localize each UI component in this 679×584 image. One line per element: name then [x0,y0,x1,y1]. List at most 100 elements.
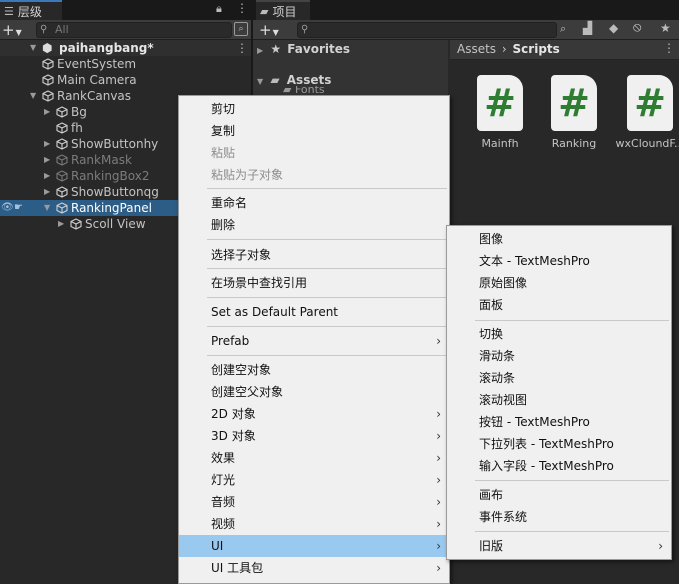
menu-item[interactable]: 灯光 › [179,469,449,491]
menu-item[interactable]: 画布 [447,484,671,506]
expand-arrow-icon[interactable]: ▼ [257,77,263,86]
pickable-icon[interactable]: ☛ [14,200,23,216]
menu-item-label: 输入字段 - TextMeshPro [479,459,614,473]
menu-item[interactable]: 滑动条 [447,345,671,367]
menu-item-label: 按钮 - TextMeshPro [479,415,590,429]
menu-item[interactable]: 重命名 [179,192,449,214]
menu-item[interactable]: 滚动条 [447,367,671,389]
scene-more-icon[interactable]: ⋮ [236,40,248,56]
hierarchy-search-input[interactable]: ⚲ All [36,22,232,38]
sidebar-item-fonts[interactable]: ▰ Fonts [283,86,325,94]
project-tabstrip [253,0,679,20]
menu-item-label: 旧版 [479,539,504,553]
menu-item-label: 效果 [211,451,236,465]
menu-item[interactable]: 输入字段 - TextMeshPro [447,455,671,477]
menu-item[interactable]: 删除 [179,214,449,236]
favorite-star-icon[interactable]: ★ [660,21,671,35]
menu-item[interactable]: 事件系统 [447,506,671,528]
menu-item[interactable]: 原始图像 [447,272,671,294]
menu-item: 粘贴为子对象 [179,164,449,186]
menu-item-label: 3D 对象 [211,429,256,443]
project-tab[interactable]: ▰ 项目 [256,0,310,20]
sidebar-item-favorites[interactable]: ▶ ★ Favorites [257,40,350,58]
scene-row[interactable]: ▼ ⬢ paihangbang* ⋮ [0,40,251,56]
menu-item-label: 重命名 [211,196,248,210]
expand-arrow-icon[interactable]: ▶ [44,184,50,200]
csharp-script-icon: # [477,75,523,131]
project-search-input[interactable]: ⚲ [297,22,557,38]
search-options-icon[interactable]: ⌕ [234,22,248,36]
menu-item[interactable]: 复制 [179,120,449,142]
ui-submenu: 图像文本 - TextMeshPro 原始图像 面板切换 滑动条 滚动条 滚动视图按钮 -… [446,225,672,560]
menu-item[interactable]: UI 工具包 › [179,557,449,579]
menu-item[interactable]: 创建空父对象 [179,381,449,403]
menu-item[interactable]: Set as Default Parent [179,301,449,323]
search-icon: ⚲ [40,24,48,35]
lock-icon[interactable]: 🔒︎ [216,2,222,16]
menu-item[interactable]: 切换 [447,323,671,345]
visibility-icon[interactable]: 👁︎ [1,200,14,216]
chevron-down-icon: ▼ [15,28,22,37]
menu-item[interactable]: 在场景中查找引用 [179,272,449,294]
list-icon: ☰ [4,4,14,18]
menu-item[interactable]: 下拉列表 - TextMeshPro [447,433,671,455]
menu-item-label: UI 工具包 [211,561,264,575]
menu-item[interactable]: 剪切 [179,98,449,120]
expand-arrow-icon[interactable]: ▶ [44,152,50,168]
gameobject-cube-icon [56,154,68,166]
menu-item-label: UI [211,539,224,553]
asset-item[interactable]: # Mainfh [465,75,535,150]
csharp-script-icon: # [627,75,673,131]
expand-arrow-icon[interactable]: ▼ [30,40,36,56]
expand-arrow-icon[interactable]: ▶ [58,216,64,232]
expand-arrow-icon[interactable]: ▼ [44,200,50,216]
project-create-button[interactable]: +▼ [259,21,285,39]
menu-item[interactable]: 视频 › [179,513,449,535]
menu-item[interactable]: 按钮 - TextMeshPro [447,411,671,433]
breadcrumb-current[interactable]: Scripts [513,42,560,56]
hidden-packages-icon[interactable]: ⦸ [633,20,641,35]
label-tag-icon[interactable]: ◆ [609,21,618,35]
hierarchy-row[interactable]: Main Camera [0,72,251,88]
menu-separator [207,355,447,356]
asset-item[interactable]: # Ranking [539,75,609,150]
expand-arrow-icon[interactable]: ▶ [44,136,50,152]
menu-item[interactable]: 效果 › [179,447,449,469]
asset-item[interactable]: # wxCloundF... [615,75,679,150]
hierarchy-row-label: ShowButtonhy [71,137,159,151]
search-by-type-icon[interactable]: ⌕ [560,22,566,36]
folder-icon: ▰ [283,86,295,94]
menu-item[interactable]: 选择子对象 [179,244,449,266]
hierarchy-row-label: Bg [71,105,87,119]
expand-arrow-icon[interactable]: ▶ [257,46,263,55]
menu-item[interactable]: 2D 对象 › [179,403,449,425]
breadcrumb-root[interactable]: Assets [457,42,496,56]
expand-arrow-icon[interactable]: ▶ [44,104,50,120]
submenu-arrow-icon: › [436,517,441,531]
hierarchy-row[interactable]: EventSystem [0,56,251,72]
create-button[interactable]: +▼ [2,21,28,39]
menu-item[interactable]: 图像 [447,228,671,250]
fonts-label: Fonts [294,86,325,94]
menu-item[interactable]: 音频 › [179,491,449,513]
menu-item[interactable]: Prefab › [179,330,449,352]
menu-item[interactable]: 面板 [447,294,671,316]
hierarchy-tab[interactable]: ☰ 层级 [0,0,62,20]
expand-arrow-icon[interactable]: ▶ [44,168,50,184]
menu-item-label: 删除 [211,218,236,232]
menu-item[interactable]: 文本 - TextMeshPro [447,250,671,272]
hierarchy-row-label: Main Camera [57,73,137,87]
menu-item[interactable]: 创建空对象 [179,359,449,381]
project-more-icon[interactable]: ⋮ [663,41,675,55]
more-options-icon[interactable]: ⋮ [236,1,248,15]
breadcrumb-path: Assets › Scripts [457,42,560,56]
menu-item[interactable]: 滚动视图 [447,389,671,411]
gameobject-cube-icon [56,186,68,198]
menu-item-label: 图像 [479,232,504,246]
menu-item[interactable]: 旧版 › [447,535,671,557]
menu-item-label: Prefab [211,334,250,348]
filter-type-icon[interactable]: ▟ [583,21,592,35]
expand-arrow-icon[interactable]: ▼ [30,88,36,104]
menu-item[interactable]: UI › [179,535,449,557]
menu-item[interactable]: 3D 对象 › [179,425,449,447]
